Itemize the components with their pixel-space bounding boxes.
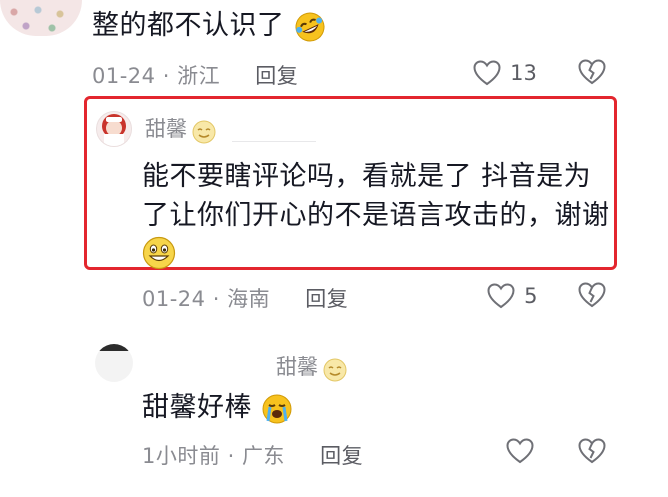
heart-icon — [473, 60, 501, 86]
reply-button[interactable]: 回复 — [255, 64, 298, 88]
like-button[interactable]: 13 — [473, 60, 537, 86]
meta-separator: · — [212, 287, 220, 311]
reply-3-meta: 1小时前 · 广东 回复 — [142, 440, 363, 470]
reply-3-location: 广东 — [241, 444, 285, 468]
reply-text-line-2: 了让你们开心的不是语言攻击的，谢谢 — [142, 200, 610, 231]
girl-avatar-icon — [102, 114, 126, 146]
reply-button[interactable]: 回复 — [320, 444, 363, 468]
heart-icon — [506, 438, 534, 464]
dislike-button[interactable] — [578, 59, 606, 89]
comment-location: 浙江 — [177, 64, 221, 88]
broken-heart-icon — [578, 282, 606, 308]
broken-heart-icon — [578, 59, 606, 85]
reply-button[interactable]: 回复 — [305, 287, 348, 311]
reply-text-line-1: 能不要瞎评论吗，看就是了 抖音是为 — [142, 161, 592, 192]
rolling-laughing-emoji-icon — [295, 12, 325, 41]
reply-3-text: 甜馨好棒 — [142, 392, 252, 423]
reply-emoji-row — [142, 236, 176, 274]
smile-emoji-icon — [192, 120, 216, 143]
reply-meta: 01-24 · 海南 回复 — [142, 283, 348, 313]
username-divider — [232, 141, 316, 142]
reply-3-username-row[interactable]: 甜馨 — [276, 351, 347, 382]
comment-1-text-row: 整的都不认识了 — [92, 8, 326, 44]
reply-3-time: 1小时前 — [142, 444, 221, 468]
reply-avatar[interactable] — [96, 111, 132, 147]
like-count: 13 — [510, 61, 537, 85]
reply-3-avatar[interactable] — [95, 344, 133, 382]
reply-location: 海南 — [227, 287, 271, 311]
crying-emoji-icon — [262, 394, 292, 423]
username[interactable]: 甜馨 — [145, 117, 187, 141]
meta-separator: · — [162, 64, 170, 88]
reply-date: 01-24 — [142, 287, 206, 311]
grinning-emoji-icon — [142, 236, 176, 270]
reply-3-like-button[interactable] — [506, 438, 534, 468]
comment-1-meta: 01-24 · 浙江 回复 — [92, 60, 298, 90]
like-count: 5 — [524, 284, 538, 308]
reply-3-text-row: 甜馨好棒 — [142, 390, 293, 426]
comment-text: 整的都不认识了 — [92, 10, 285, 41]
heart-icon — [487, 283, 515, 309]
reply-3-dislike-button[interactable] — [578, 438, 606, 468]
reply-like-button[interactable]: 5 — [487, 283, 537, 309]
comment-date: 01-24 — [92, 64, 156, 88]
broken-heart-icon — [578, 438, 606, 464]
commenter-avatar[interactable] — [0, 0, 82, 36]
username[interactable]: 甜馨 — [276, 355, 318, 379]
reply-username-row[interactable]: 甜馨 — [145, 113, 216, 144]
smile-emoji-icon — [323, 358, 347, 381]
reply-dislike-button[interactable] — [578, 282, 606, 312]
meta-separator: · — [227, 444, 235, 468]
